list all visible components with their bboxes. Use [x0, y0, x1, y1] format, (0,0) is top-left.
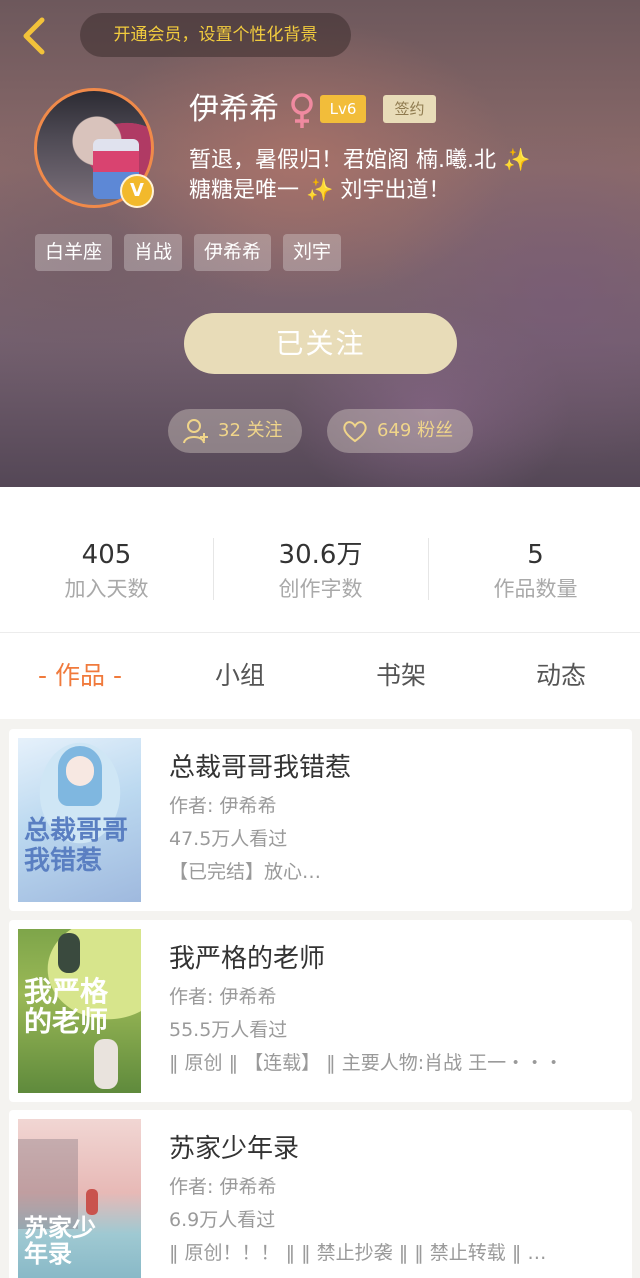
- work-views: 55.5万人看过: [169, 1019, 288, 1041]
- profile-header: 开通会员，设置个性化背景 V 伊希希 Lv6 签约 暂退，暑假归！君婠阁 楠.曦…: [0, 0, 640, 487]
- stat-word-count: 30.6万 创作字数: [214, 537, 427, 605]
- following-count-button[interactable]: 32 关注: [168, 409, 302, 453]
- stat-label: 加入天数: [64, 577, 149, 601]
- cover-title: 我严格的老师: [24, 975, 109, 1038]
- sparkle-icon: ✨: [502, 148, 531, 173]
- cover-figure: [94, 1039, 118, 1089]
- bio: 暂退，暑假归！君婠阁 楠.曦.北 ✨ 糖糖是唯一 ✨ 刘宇出道！: [189, 146, 530, 206]
- cover-title: 总裁哥哥我错惹: [24, 816, 129, 876]
- bio-text-2b: 刘宇出道！: [340, 178, 451, 203]
- work-author: 作者: 伊希希: [169, 1176, 277, 1198]
- add-user-icon: [183, 419, 208, 444]
- work-title: 我严格的老师: [169, 944, 326, 974]
- vip-banner[interactable]: 开通会员，设置个性化背景: [80, 13, 351, 57]
- cover-face: [66, 756, 94, 786]
- bio-text-1: 暂退，暑假归！君婠阁 楠.曦.北: [189, 148, 496, 173]
- work-views: 6.9万人看过: [169, 1209, 276, 1231]
- work-title: 总裁哥哥我错惹: [169, 753, 352, 783]
- tab-bookshelf[interactable]: 书架: [351, 633, 451, 719]
- cover-figure: [58, 933, 80, 973]
- tab-groups[interactable]: 小组: [190, 633, 290, 719]
- stat-label: 作品数量: [493, 577, 578, 601]
- following-count: 32 关注: [218, 420, 283, 441]
- tab-activity[interactable]: 动态: [511, 633, 611, 719]
- stats-panel: 405 加入天数 30.6万 创作字数 5 作品数量: [0, 487, 640, 633]
- work-card[interactable]: 我严格的老师 我严格的老师 作者: 伊希希 55.5万人看过 ‖ 原创 ‖ 【连…: [9, 920, 632, 1102]
- work-views: 47.5万人看过: [169, 828, 288, 850]
- work-card[interactable]: 总裁哥哥我错惹 总裁哥哥我错惹 作者: 伊希希 47.5万人看过 【已完结】放心…: [9, 729, 632, 911]
- work-author: 作者: 伊希希: [169, 986, 277, 1008]
- tag-item[interactable]: 白羊座: [35, 234, 113, 271]
- stat-value: 30.6万: [278, 540, 363, 570]
- work-description: 【已完结】放心…: [169, 861, 322, 883]
- stat-label: 创作字数: [278, 577, 363, 601]
- stat-works-count: 5 作品数量: [429, 537, 640, 605]
- work-description: ‖ 原创！！！ ‖ ‖ 禁止抄袭 ‖ ‖ 禁止转载 ‖ …: [169, 1242, 547, 1264]
- stat-value: 5: [527, 540, 544, 570]
- sparkle-icon: ✨: [306, 178, 334, 203]
- tag-item[interactable]: 刘宇: [283, 234, 342, 271]
- signed-badge: 签约: [383, 95, 436, 123]
- followed-button[interactable]: 已关注: [184, 313, 457, 374]
- stat-value: 405: [81, 540, 132, 570]
- work-card[interactable]: 苏家少年录 苏家少年录 作者: 伊希希 6.9万人看过 ‖ 原创！！！ ‖ ‖ …: [9, 1110, 632, 1278]
- work-description: ‖ 原创 ‖ 【连载】 ‖ 主要人物:肖战 王一・・・: [169, 1052, 564, 1074]
- cover-figure: [86, 1189, 98, 1215]
- tab-bar: - 作品 - 小组 书架 动态: [0, 633, 640, 719]
- profile-page: 开通会员，设置个性化背景 V 伊希希 Lv6 签约 暂退，暑假归！君婠阁 楠.曦…: [0, 0, 640, 1278]
- cover-title: 苏家少年录: [24, 1213, 96, 1268]
- works-list: 总裁哥哥我错惹 总裁哥哥我错惹 作者: 伊希希 47.5万人看过 【已完结】放心…: [0, 719, 640, 1278]
- female-icon: [291, 93, 313, 128]
- stat-join-days: 405 加入天数: [0, 537, 213, 605]
- book-cover[interactable]: 苏家少年录: [18, 1119, 141, 1278]
- tag-item[interactable]: 肖战: [124, 234, 183, 271]
- work-author: 作者: 伊希希: [169, 795, 277, 817]
- bio-text-2a: 糖糖是唯一: [189, 178, 300, 203]
- work-title: 苏家少年录: [169, 1134, 300, 1164]
- fans-count-button[interactable]: 649 粉丝: [327, 409, 473, 453]
- tab-works[interactable]: - 作品 -: [20, 633, 140, 719]
- book-cover[interactable]: 总裁哥哥我错惹: [18, 738, 141, 902]
- tag-item[interactable]: 伊希希: [194, 234, 272, 271]
- tag-list: 白羊座 肖战 伊希希 刘宇: [35, 234, 342, 271]
- level-badge: Lv6: [320, 95, 366, 123]
- username: 伊希希: [189, 92, 279, 127]
- bio-line-2: 糖糖是唯一 ✨ 刘宇出道！: [189, 176, 530, 206]
- book-cover[interactable]: 我严格的老师: [18, 929, 141, 1093]
- back-arrow-icon[interactable]: [14, 14, 54, 58]
- verified-v-icon: V: [120, 174, 154, 208]
- heart-icon: [343, 421, 367, 443]
- bio-line-1: 暂退，暑假归！君婠阁 楠.曦.北 ✨: [189, 146, 530, 176]
- fans-count: 649 粉丝: [377, 420, 454, 441]
